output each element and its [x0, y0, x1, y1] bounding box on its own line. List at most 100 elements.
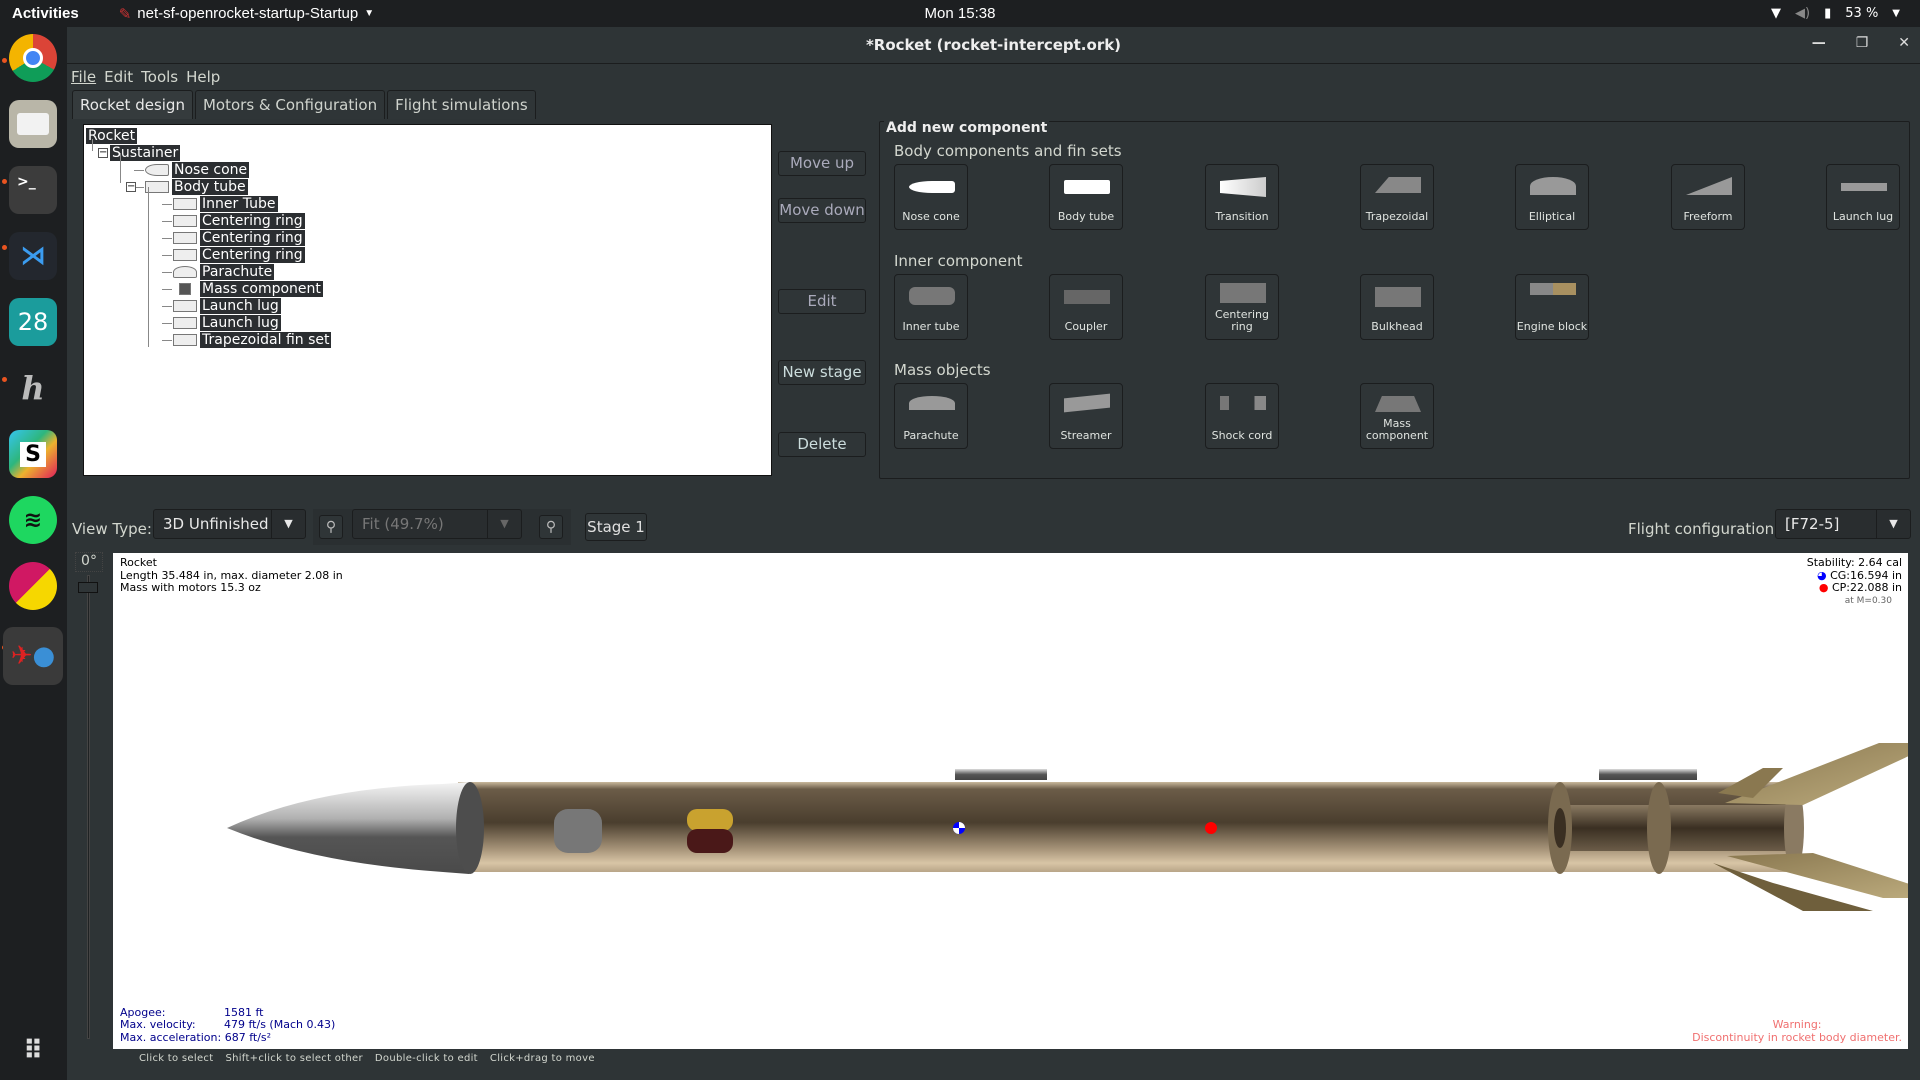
- new-stage-button[interactable]: New stage: [778, 360, 866, 385]
- view-type-select[interactable]: 3D Unfinished ▼: [153, 509, 306, 539]
- tree-item[interactable]: Inner Tube: [200, 196, 278, 212]
- menu-tools[interactable]: Tools: [141, 68, 178, 86]
- parachute-icon: [173, 266, 197, 278]
- collapse-toggle[interactable]: −: [126, 182, 136, 192]
- menu-edit[interactable]: Edit: [104, 68, 133, 86]
- show-apps-icon[interactable]: ⠿: [9, 1027, 57, 1075]
- flight-config-select[interactable]: [F72-5] ▼: [1775, 509, 1911, 539]
- nose-cone-icon: [145, 164, 169, 176]
- add-trapezoidal-button[interactable]: Trapezoidal: [1360, 164, 1434, 230]
- zoom-value: Fit (49.7%): [362, 515, 444, 533]
- add-elliptical-button[interactable]: Elliptical: [1515, 164, 1589, 230]
- dock-files-icon[interactable]: [9, 100, 57, 148]
- section-heading: Mass objects: [894, 361, 991, 379]
- dock-slack-icon[interactable]: S: [9, 430, 57, 478]
- dock-hacker-icon[interactable]: h: [9, 364, 57, 412]
- dock: >_ ⋊ 28 h S ≋ ✈ ● ⠿: [0, 27, 67, 1080]
- body-tube-icon: [1064, 180, 1110, 194]
- tree-item[interactable]: Rocket: [86, 128, 138, 144]
- close-icon[interactable]: ✕: [1898, 35, 1910, 51]
- add-body-tube-button[interactable]: Body tube: [1049, 164, 1123, 230]
- tree-connector: [162, 204, 172, 205]
- running-indicator: [2, 179, 7, 184]
- maximize-icon[interactable]: ❐: [1856, 35, 1869, 51]
- trapezoidal-fin-icon: [173, 334, 197, 346]
- add-coupler-button[interactable]: Coupler: [1049, 274, 1123, 340]
- tree-item[interactable]: Launch lug: [200, 298, 281, 314]
- delete-button[interactable]: Delete: [778, 432, 866, 457]
- activities-button[interactable]: Activities: [12, 5, 79, 22]
- add-freeform-button[interactable]: Freeform: [1671, 164, 1745, 230]
- add-inner-tube-button[interactable]: Inner tube: [894, 274, 968, 340]
- running-indicator: [2, 58, 7, 63]
- tree-item[interactable]: Body tube: [172, 179, 248, 195]
- add-bulkhead-button[interactable]: Bulkhead: [1360, 274, 1434, 340]
- flight-config-value: [F72-5]: [1785, 515, 1840, 533]
- tab-motors-configuration[interactable]: Motors & Configuration: [194, 90, 386, 119]
- cp-marker: [1205, 822, 1217, 834]
- window-titlebar[interactable]: *Rocket (rocket-intercept.ork) — ❐ ✕: [67, 27, 1920, 64]
- rotation-slider-thumb[interactable]: [78, 582, 98, 593]
- tab-flight-simulations[interactable]: Flight simulations: [387, 90, 536, 119]
- component-label: Elliptical: [1528, 210, 1576, 223]
- move-down-button[interactable]: Move down: [778, 198, 866, 223]
- add-parachute-button[interactable]: Parachute: [894, 383, 968, 449]
- max-acceleration-value: 687 ft/s²: [224, 1030, 272, 1044]
- dock-openrocket-icon[interactable]: ✈ ●: [3, 627, 63, 685]
- dock-polar-icon[interactable]: [9, 562, 57, 610]
- stage-1-button[interactable]: Stage 1: [585, 513, 647, 541]
- tree-item[interactable]: Nose cone: [172, 162, 250, 178]
- edit-button[interactable]: Edit: [778, 289, 866, 314]
- add-centering-ring-button[interactable]: Centering ring: [1205, 274, 1279, 340]
- tree-item[interactable]: Centering ring: [200, 247, 305, 263]
- mass-component-shape: [687, 809, 733, 831]
- tree-item[interactable]: Centering ring: [200, 230, 305, 246]
- openrocket-window: *Rocket (rocket-intercept.ork) — ❐ ✕ Fil…: [67, 27, 1920, 1080]
- tree-item[interactable]: Trapezoidal fin set: [200, 332, 332, 348]
- rotation-slider[interactable]: [87, 575, 90, 1039]
- dock-vscode-icon[interactable]: ⋊: [9, 232, 57, 280]
- dock-calendar-icon[interactable]: 28: [9, 298, 57, 346]
- tree-item[interactable]: Centering ring: [200, 213, 305, 229]
- centering-ring-icon: [173, 232, 197, 244]
- add-engine-block-button[interactable]: Engine block: [1515, 274, 1589, 340]
- interaction-hints: Click to select Shift+click to select ot…: [139, 1053, 595, 1064]
- zoom-in-icon[interactable]: ⚲: [539, 515, 563, 539]
- hint: Click to select: [139, 1053, 214, 1064]
- tree-connector: [162, 306, 172, 307]
- add-nose-cone-button[interactable]: Nose cone: [894, 164, 968, 230]
- add-transition-button[interactable]: Transition: [1205, 164, 1279, 230]
- tree-connector: [162, 323, 172, 324]
- clock[interactable]: Mon 15:38: [925, 5, 996, 22]
- rocket-figure[interactable]: Rocket Length 35.484 in, max. diameter 2…: [113, 553, 1908, 1049]
- battery-percent: 53 %: [1845, 6, 1879, 21]
- dock-chrome-icon[interactable]: [9, 34, 57, 82]
- zoom-select[interactable]: Fit (49.7%) ▼: [352, 509, 522, 539]
- chevron-down-icon: ▼: [1876, 510, 1910, 538]
- add-streamer-button[interactable]: Streamer: [1049, 383, 1123, 449]
- add-mass-component-button[interactable]: Mass component: [1360, 383, 1434, 449]
- menu-help[interactable]: Help: [186, 68, 220, 86]
- zoom-out-icon[interactable]: ⚲: [319, 515, 343, 539]
- add-shock-cord-button[interactable]: Shock cord: [1205, 383, 1279, 449]
- component-tree[interactable]: Rocket Sustainer Nose cone Body tube Inner T…: [83, 124, 772, 476]
- bulkhead-icon: [1375, 287, 1421, 307]
- tree-item[interactable]: Launch lug: [200, 315, 281, 331]
- minimize-icon[interactable]: —: [1812, 35, 1826, 51]
- tree-item[interactable]: Parachute: [200, 264, 275, 280]
- system-tray[interactable]: ▼ ◀) ▮ 53 % ▼: [1771, 6, 1900, 21]
- move-up-button[interactable]: Move up: [778, 151, 866, 176]
- menu-file[interactable]: File: [71, 68, 96, 86]
- rotation-readout: 0°: [75, 552, 103, 572]
- add-launch-lug-button[interactable]: Launch lug: [1826, 164, 1900, 230]
- tab-rocket-design[interactable]: Rocket design: [72, 90, 193, 119]
- app-menu[interactable]: ✎ net-sf-openrocket-startup-Startup ▼: [119, 5, 374, 23]
- view-toolbar: View Type: 3D Unfinished ▼ ⚲ Fit (49.7%)…: [67, 509, 1920, 549]
- collapse-toggle[interactable]: −: [98, 148, 108, 158]
- dock-spotify-icon[interactable]: ≋: [9, 496, 57, 544]
- component-label: Launch lug: [1832, 210, 1894, 223]
- chevron-down-icon: ▼: [1892, 8, 1900, 19]
- max-acceleration-label: Max. acceleration:: [120, 1030, 222, 1044]
- tree-item[interactable]: Mass component: [200, 281, 323, 297]
- dock-terminal-icon[interactable]: >_: [9, 166, 57, 214]
